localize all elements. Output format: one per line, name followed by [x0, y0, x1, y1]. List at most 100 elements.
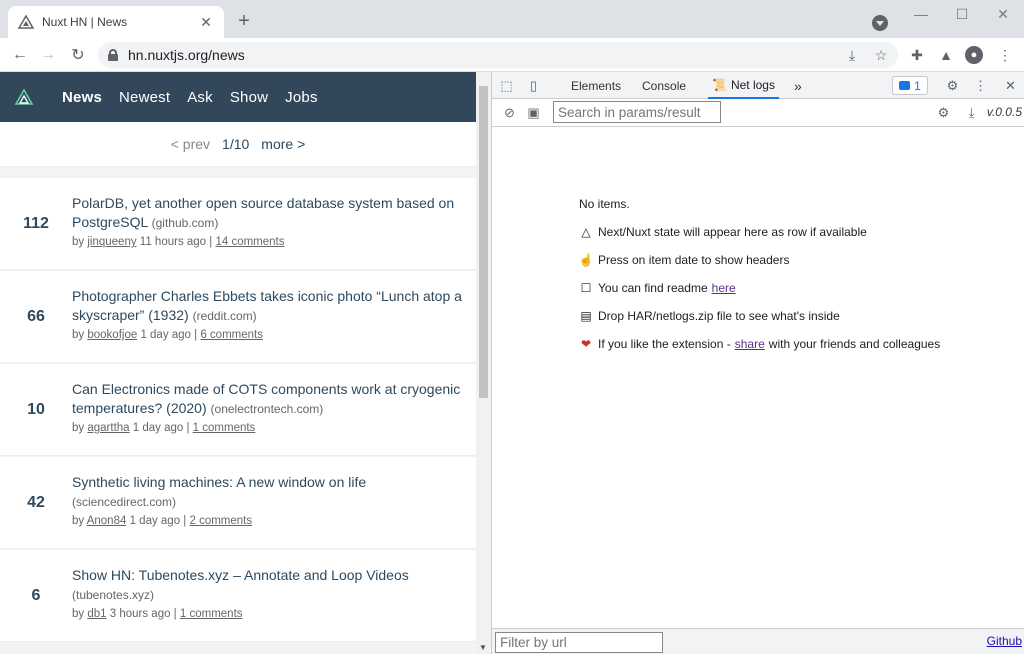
- url-text: hn.nuxtjs.org/news: [128, 47, 245, 63]
- maximize-icon[interactable]: ☐: [947, 6, 977, 22]
- item-host: (sciencedirect.com): [72, 495, 177, 509]
- netlogs-settings-icon[interactable]: ⚙: [935, 104, 952, 121]
- github-link[interactable]: Github: [987, 634, 1022, 648]
- item-host: (reddit.com): [192, 309, 257, 323]
- item-title-link[interactable]: Photographer Charles Ebbets takes iconic…: [72, 288, 462, 323]
- message-count: 1: [914, 78, 921, 93]
- readme-link[interactable]: here: [712, 281, 736, 295]
- reload-icon[interactable]: ↻: [67, 44, 89, 66]
- item-time[interactable]: 1 day ago |: [130, 515, 187, 527]
- tab-net-logs[interactable]: 📜 Net logs: [708, 72, 779, 99]
- item-title-link[interactable]: Show HN: Tubenotes.xyz – Annotate and Lo…: [72, 567, 409, 583]
- no-items-text: No items.: [579, 197, 630, 211]
- address-bar[interactable]: hn.nuxtjs.org/news: [98, 42, 898, 68]
- browser-toolbar: ← → ↻ hn.nuxtjs.org/news ⤓ ☆ ✚ ▲ ● ⋮: [0, 38, 1024, 72]
- netlogs-toolbar: ⊘ ▣ ⚙ ⤓ v.0.0.5: [492, 99, 1024, 127]
- filter-url-input[interactable]: [495, 632, 663, 653]
- item-score: 42: [27, 494, 45, 511]
- scrollbar-thumb[interactable]: [479, 86, 488, 398]
- message-icon: [899, 81, 911, 90]
- device-toolbar-icon[interactable]: ▯: [525, 77, 542, 94]
- item-user-link[interactable]: db1: [87, 608, 106, 620]
- scroll-down-arrow-icon[interactable]: ▼: [479, 643, 487, 652]
- browser-tab[interactable]: Nuxt HN | News ✕: [8, 6, 224, 38]
- nav-show[interactable]: Show: [230, 89, 268, 106]
- forward-arrow-icon[interactable]: →: [37, 44, 59, 66]
- prev-link[interactable]: < prev: [171, 136, 210, 152]
- nav-ask[interactable]: Ask: [187, 89, 213, 106]
- download-icon[interactable]: ⤓: [963, 104, 980, 121]
- tab-close-icon[interactable]: ✕: [198, 14, 214, 30]
- nav-jobs[interactable]: Jobs: [285, 89, 318, 106]
- item-host: (tubenotes.xyz): [72, 588, 155, 602]
- nuxt-triangle-icon: △: [581, 225, 591, 239]
- clear-icon[interactable]: ⊘: [501, 104, 518, 121]
- more-link[interactable]: more >: [261, 136, 305, 152]
- devtools-menu-icon[interactable]: ⋮: [972, 77, 989, 94]
- item-comments-link[interactable]: 2 comments: [189, 515, 252, 527]
- profile-avatar-icon[interactable]: ●: [965, 46, 983, 64]
- nav-news[interactable]: News: [62, 89, 102, 106]
- item-title-link[interactable]: Synthetic living machines: A new window …: [72, 474, 366, 490]
- lab-flask-icon[interactable]: ▲: [937, 46, 955, 64]
- new-tab-button[interactable]: +: [234, 10, 254, 32]
- info-line-4: ▤ Drop HAR/netlogs.zip file to see what'…: [579, 302, 940, 330]
- install-app-icon[interactable]: ⤓: [843, 46, 861, 64]
- back-arrow-icon[interactable]: ←: [9, 44, 31, 66]
- bookmark-star-icon[interactable]: ☆: [872, 46, 890, 64]
- item-time[interactable]: 1 day ago |: [133, 422, 190, 434]
- list-item: 6 Show HN: Tubenotes.xyz – Annotate and …: [0, 550, 476, 642]
- by-label: by: [72, 515, 85, 527]
- pointing-hand-icon: ☝: [578, 253, 594, 267]
- info-text: Next/Nuxt state will appear here as row …: [598, 225, 867, 239]
- messages-badge[interactable]: 1: [892, 76, 928, 95]
- info-text: Press on item date to show headers: [598, 253, 790, 267]
- item-time[interactable]: 11 hours ago |: [140, 236, 212, 248]
- item-time[interactable]: 1 day ago |: [140, 329, 197, 341]
- item-comments-link[interactable]: 1 comments: [193, 422, 256, 434]
- info-line-1: △ Next/Nuxt state will appear here as ro…: [579, 218, 940, 246]
- item-user-link[interactable]: bookofjoe: [87, 329, 137, 341]
- item-user-link[interactable]: jinqueeny: [87, 236, 136, 248]
- item-user-link[interactable]: Anon84: [87, 515, 127, 527]
- window-close-icon[interactable]: ✕: [988, 6, 1018, 22]
- nav-newest[interactable]: Newest: [119, 89, 170, 106]
- item-comments-link[interactable]: 1 comments: [180, 608, 243, 620]
- item-comments-link[interactable]: 6 comments: [200, 329, 263, 341]
- more-tabs-icon[interactable]: »: [794, 72, 802, 99]
- list-item: 10 Can Electronics made of COTS componen…: [0, 364, 476, 456]
- item-comments-link[interactable]: 14 comments: [215, 236, 284, 248]
- tab-elements[interactable]: Elements: [571, 72, 621, 99]
- tab-search-icon[interactable]: [872, 15, 888, 31]
- settings-gear-icon[interactable]: ⚙: [944, 77, 961, 94]
- preserve-log-icon[interactable]: ▣: [525, 104, 542, 121]
- minimize-icon[interactable]: —: [906, 6, 936, 22]
- devtools-panel: ⬚ ▯ Elements Console 📜 Net logs » 1 ⚙ ⋮ …: [491, 72, 1024, 654]
- item-user-link[interactable]: agarttha: [87, 422, 129, 434]
- search-params-input[interactable]: [553, 101, 721, 123]
- page-scrollbar[interactable]: ▼: [476, 72, 491, 654]
- devtools-close-icon[interactable]: ✕: [1002, 77, 1019, 94]
- extensions-puzzle-icon[interactable]: ✚: [908, 46, 926, 64]
- hn-nav: News Newest Ask Show Jobs: [62, 89, 335, 106]
- item-title-link[interactable]: PolarDB, yet another open source databas…: [72, 195, 454, 230]
- tab-console[interactable]: Console: [642, 72, 686, 99]
- item-time[interactable]: 3 hours ago |: [110, 608, 177, 620]
- news-list: 112 PolarDB, yet another open source dat…: [0, 178, 476, 643]
- share-link[interactable]: share: [735, 337, 765, 351]
- nuxt-logo-icon[interactable]: [14, 87, 34, 107]
- by-label: by: [72, 236, 85, 248]
- info-line-3: ☐ You can find readme here: [579, 274, 940, 302]
- chrome-menu-icon[interactable]: ⋮: [996, 46, 1014, 64]
- page-indicator: 1/10: [222, 136, 250, 152]
- inspect-element-icon[interactable]: ⬚: [498, 77, 515, 94]
- lock-icon: [108, 49, 118, 61]
- item-score: 112: [23, 215, 49, 232]
- tab-title: Nuxt HN | News: [42, 15, 128, 29]
- hn-page: News Newest Ask Show Jobs < prev 1/10 mo…: [0, 72, 476, 654]
- list-item: 66 Photographer Charles Ebbets takes ico…: [0, 271, 476, 363]
- nuxt-favicon-icon: [18, 14, 34, 29]
- no-items-line: No items.: [579, 190, 940, 218]
- scroll-icon: 📜: [712, 77, 727, 92]
- item-host: (onelectrontech.com): [210, 402, 324, 416]
